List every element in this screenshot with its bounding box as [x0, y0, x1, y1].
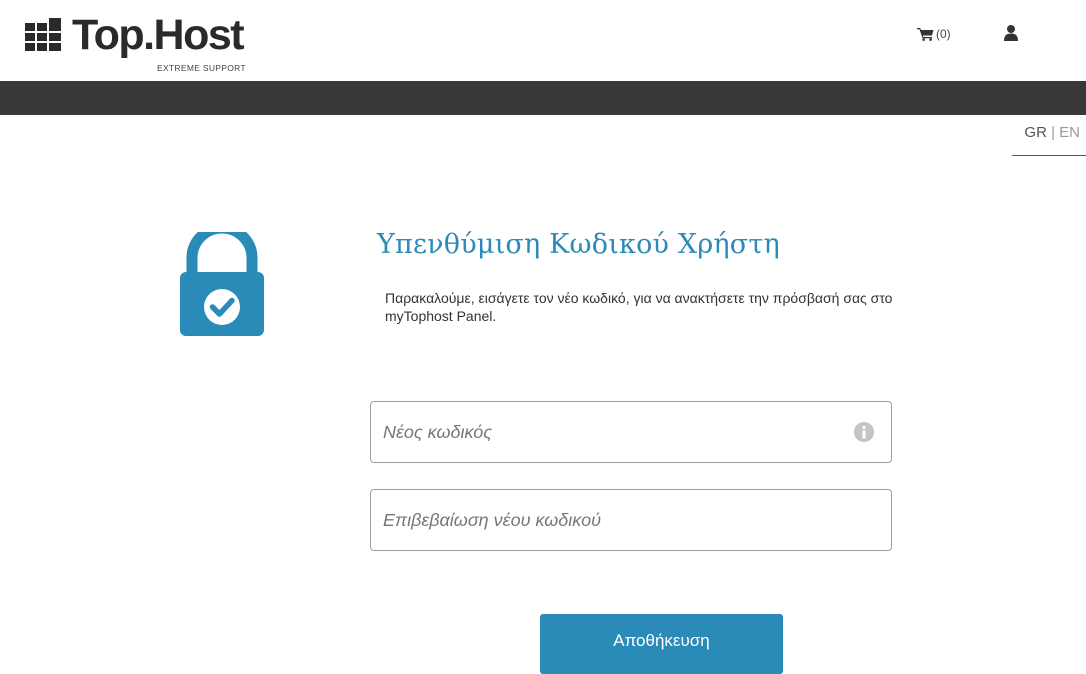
- language-underline: [1012, 155, 1086, 156]
- site-header: Top.Host EXTREME SUPPORT (0): [0, 0, 1086, 81]
- navigation-bar: [0, 81, 1086, 115]
- confirm-password-field-wrapper: [370, 489, 892, 551]
- page-subtitle: Παρακαλούμε, εισάγετε τον νέο κωδικό, γι…: [385, 290, 893, 324]
- cart-count: (0): [936, 27, 951, 41]
- cart-button[interactable]: (0): [917, 25, 951, 43]
- padlock-check-icon: [180, 232, 264, 336]
- language-switcher: GR | EN: [1024, 124, 1080, 141]
- user-icon[interactable]: [1004, 24, 1018, 42]
- confirm-password-input[interactable]: [371, 490, 891, 550]
- new-password-input[interactable]: [371, 402, 891, 462]
- logo-grid-icon: [25, 18, 61, 51]
- logo-wordmark: Top.Host: [72, 11, 245, 59]
- language-en-link[interactable]: EN: [1059, 124, 1080, 141]
- language-separator: |: [1051, 124, 1055, 141]
- page-title: Υπενθύμιση Κωδικού Χρήστη: [377, 229, 780, 260]
- language-gr-link[interactable]: GR: [1024, 124, 1047, 141]
- new-password-field-wrapper: [370, 401, 892, 463]
- info-icon[interactable]: [854, 422, 874, 442]
- shopping-cart-icon: [917, 28, 934, 41]
- logo-tagline: EXTREME SUPPORT: [157, 63, 246, 73]
- save-button[interactable]: Αποθήκευση: [540, 614, 783, 674]
